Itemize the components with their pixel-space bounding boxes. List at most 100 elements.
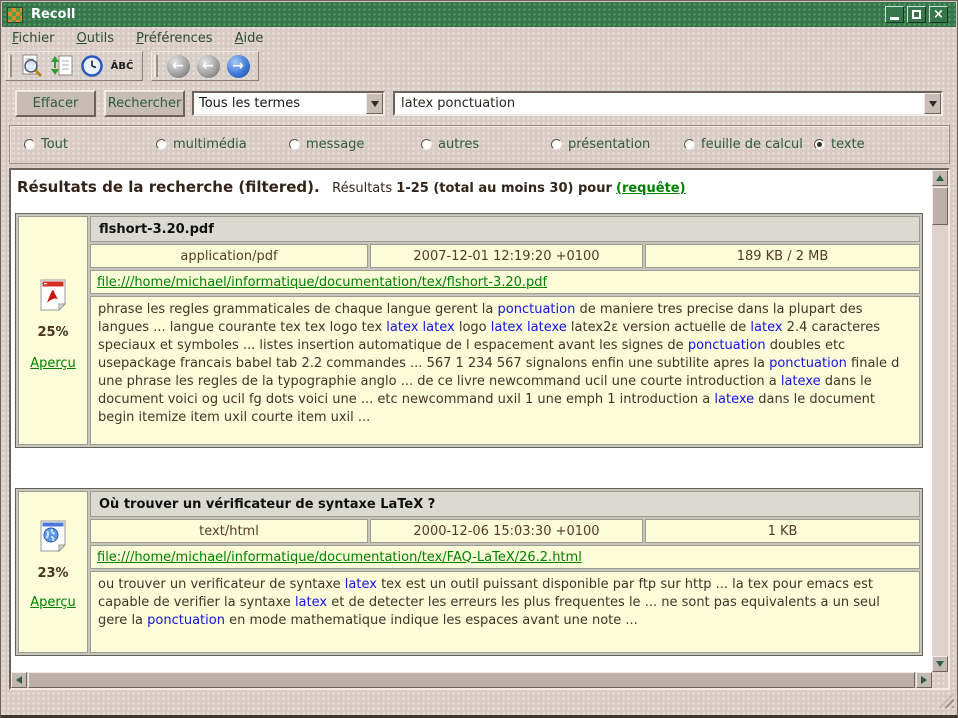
relevance-percent: 23% [37,566,68,581]
statusbar [2,688,956,712]
mime-type: application/pdf [90,244,368,268]
previous-page-button[interactable]: ← [194,53,222,79]
history-button[interactable] [78,53,106,79]
menu-preferences[interactable]: Préférences [136,31,212,46]
result-1-snippet: phrase les regles grammaticales de chaqu… [90,296,920,445]
toolbar-grip[interactable] [154,55,158,77]
chevron-down-icon [929,101,937,107]
toolbar: ÂBĈ ← ← → [5,51,259,81]
query-combo[interactable] [393,91,943,116]
close-button[interactable]: × [929,6,948,23]
result-2-url-row: file:///home/michael/informatique/docume… [90,545,920,569]
arrow-down-icon [936,661,944,667]
document-preview-button[interactable] [18,53,46,79]
radio-icon[interactable] [421,139,432,150]
query-dropdown-button[interactable] [924,93,941,114]
scroll-left-button[interactable] [11,672,27,688]
result-2-snippet: ou trouver un verificateur de syntaxe la… [90,571,920,653]
next-page-arrow-icon: → [227,55,250,78]
filter-autres[interactable]: autres [421,137,479,152]
results-frame: Résultats de la recherche (filtered). Ré… [9,168,950,690]
preview-link[interactable]: Aperçu [30,356,76,371]
query-details-link[interactable]: (requête) [616,181,686,196]
toolbar-group-main: ÂBĈ [5,51,143,81]
scroll-up-button[interactable] [932,170,948,186]
horizontal-scroll-thumb[interactable] [28,672,915,688]
result-2-title[interactable]: Où trouver un vérificateur de syntaxe La… [90,491,920,517]
toolbar-grip[interactable] [8,55,12,77]
radio-icon[interactable] [24,139,35,150]
arrow-up-icon [936,175,944,181]
titlebar[interactable]: Recoll × [2,2,956,27]
category-filter-frame: Tout multimédia message autres présentat… [9,125,950,164]
filter-texte[interactable]: texte [814,137,865,152]
minimize-icon [890,17,899,20]
preview-link[interactable]: Aperçu [30,595,76,610]
date-modified: 2007-12-01 12:19:20 +0100 [370,244,643,268]
result-url-link[interactable]: file:///home/michael/informatique/docume… [97,275,547,290]
filter-multimedia[interactable]: multimédia [156,137,247,152]
search-mode-select[interactable]: Tous les termes [192,91,385,116]
history-clock-icon [80,54,104,78]
minimize-button[interactable] [885,6,904,23]
results-title: Résultats de la recherche (filtered). [17,178,320,196]
result-1-url-row: file:///home/michael/informatique/docume… [90,270,920,294]
filter-presentation[interactable]: présentation [551,137,650,152]
radio-icon[interactable] [684,139,695,150]
html-file-icon [39,520,67,552]
result-1-side: 25% Aperçu [18,216,88,445]
toolbar-group-nav: ← ← → [151,51,259,81]
term-explorer-icon: ÂBĈ [111,61,134,72]
radio-icon[interactable] [156,139,167,150]
document-preview-icon [20,54,44,78]
radio-icon[interactable] [814,139,825,150]
filter-tout[interactable]: Tout [24,137,68,152]
results-header: Résultats de la recherche (filtered). Ré… [17,178,686,196]
radio-icon[interactable] [289,139,300,150]
result-1-title[interactable]: flshort-3.20.pdf [90,216,920,242]
filter-feuille-de-calcul[interactable]: feuille de calcul [684,137,803,152]
first-page-arrow-icon: ← [167,55,190,78]
vertical-scroll-thumb[interactable] [932,187,948,225]
relevance-percent: 25% [37,325,68,340]
maximize-button[interactable] [907,6,926,23]
arrow-right-icon [921,676,927,684]
scroll-right-button[interactable] [916,672,932,688]
results-viewport: Résultats de la recherche (filtered). Ré… [11,170,932,672]
menubar: Fichier Outils Préférences Aide [2,27,956,49]
previous-page-arrow-icon: ← [197,55,220,78]
first-page-button[interactable]: ← [164,53,192,79]
vertical-scrollbar[interactable] [932,170,948,672]
filter-message[interactable]: message [289,137,364,152]
scroll-down-button[interactable] [932,656,948,672]
radio-icon[interactable] [551,139,562,150]
search-input[interactable] [395,93,924,114]
results-count: 1-25 (total au moins 30) pour [396,181,612,196]
file-size: 1 KB [645,519,920,543]
window-title: Recoll [31,7,75,22]
term-explorer-button[interactable]: ÂBĈ [108,53,136,79]
search-mode-value: Tous les termes [194,96,366,111]
maximize-icon [912,10,921,19]
result-2-side: 23% Aperçu [18,491,88,653]
result-item-2: 23% Aperçu Où trouver un vérificateur de… [15,488,923,656]
search-button[interactable]: Rechercher [104,90,185,117]
close-icon: × [933,10,944,20]
next-page-button[interactable]: → [224,53,252,79]
chevron-down-icon [371,101,379,107]
menu-aide[interactable]: Aide [235,31,264,46]
result-url-link[interactable]: file:///home/michael/informatique/docume… [97,550,582,565]
dropdown-button[interactable] [366,93,383,114]
recoll-window: Recoll × Fichier Outils Préférences Aide [0,0,958,718]
sort-button[interactable] [48,53,76,79]
result-1-meta: application/pdf 2007-12-01 12:19:20 +010… [90,244,920,268]
resize-grip[interactable] [939,693,954,708]
result-item-1: 25% Aperçu flshort-3.20.pdf application/… [15,213,923,448]
date-modified: 2000-12-06 15:03:30 +0100 [370,519,643,543]
menu-fichier[interactable]: Fichier [12,31,55,46]
results-word: Résultats [332,181,392,196]
pdf-file-icon [39,279,67,311]
clear-button[interactable]: Effacer [15,90,96,117]
horizontal-scrollbar[interactable] [11,672,932,688]
menu-outils[interactable]: Outils [77,31,115,46]
